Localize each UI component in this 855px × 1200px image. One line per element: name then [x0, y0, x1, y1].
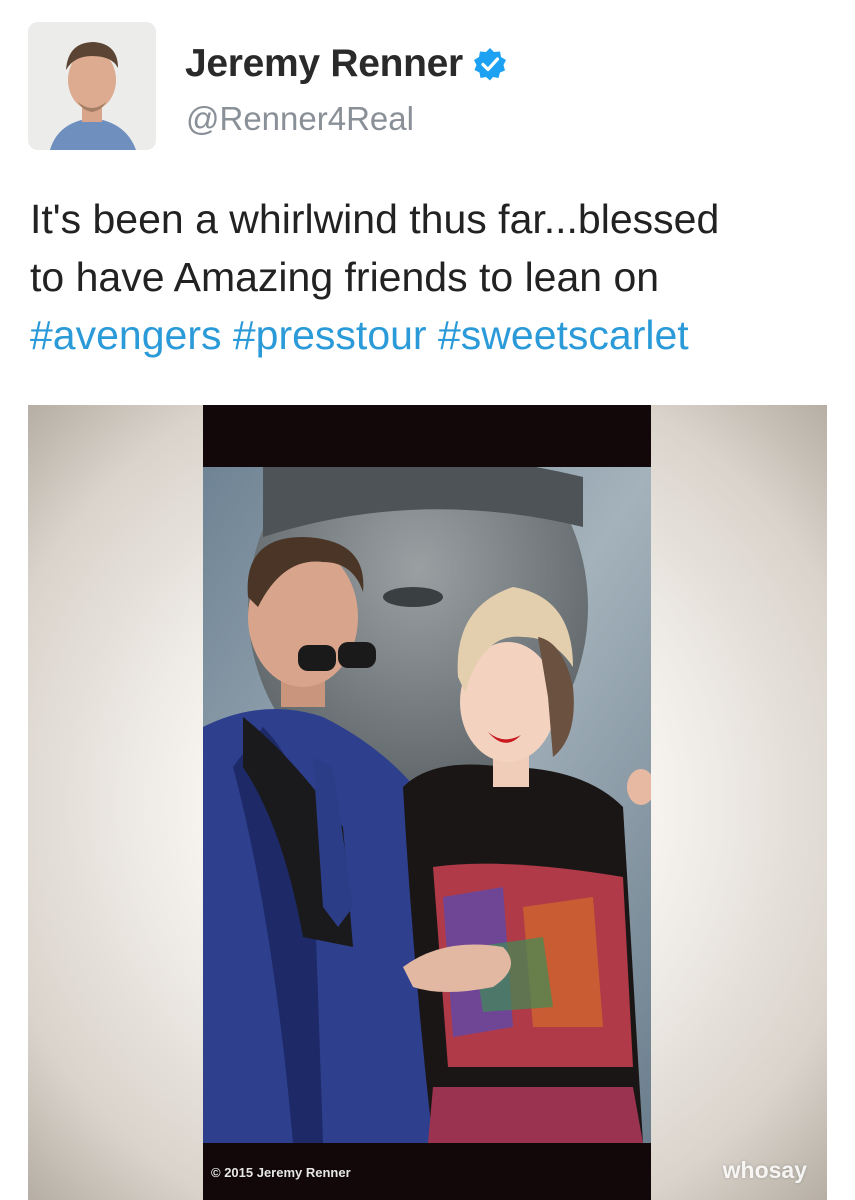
photo-illustration: [203, 467, 651, 1143]
hashtag-presstour[interactable]: #presstour: [233, 312, 427, 358]
media-frame: © 2015 Jeremy Renner: [203, 405, 651, 1200]
hashtag-sweetscarlet[interactable]: #sweetscarlet: [438, 312, 689, 358]
whosay-watermark: whosay: [722, 1157, 807, 1183]
author-avatar[interactable]: [28, 22, 156, 150]
tweet-text-line: to have Amazing friends to lean on: [30, 254, 660, 300]
media-copyright: © 2015 Jeremy Renner: [211, 1165, 351, 1180]
author-name[interactable]: Jeremy Renner: [185, 42, 507, 86]
author-name-text: Jeremy Renner: [185, 42, 463, 85]
avatar-photo: [28, 22, 156, 150]
tweet-media[interactable]: © 2015 Jeremy Renner whosay: [28, 405, 827, 1200]
hashtag-row: #avengers #presstour #sweetscarlet: [30, 306, 830, 364]
verified-badge-icon: [473, 48, 506, 81]
tweet-text-line: It's been a whirlwind thus far...blessed: [30, 196, 720, 242]
hashtag-avengers[interactable]: #avengers: [30, 312, 221, 358]
tweet-text: It's been a whirlwind thus far...blessed…: [30, 190, 830, 364]
author-handle[interactable]: @Renner4Real: [186, 100, 414, 138]
media-photo: [203, 467, 651, 1143]
